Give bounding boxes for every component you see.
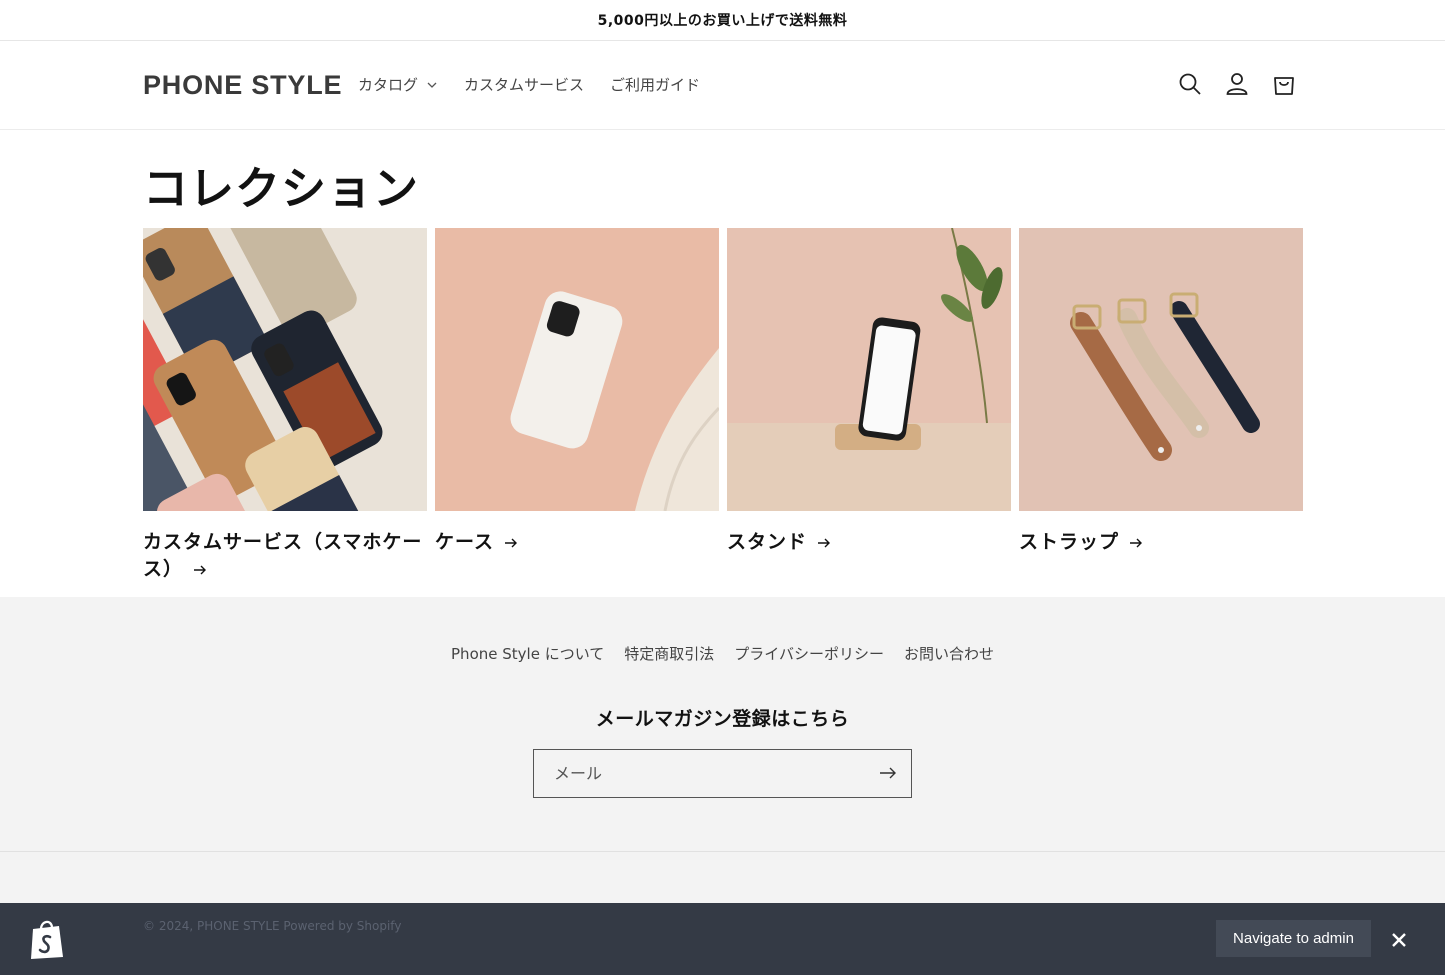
collection-card[interactable]: ストラップ xyxy=(1019,228,1303,556)
copyright-text: © 2024, PHONE STYLE Powered by Shopify xyxy=(143,919,402,933)
arrow-right-icon xyxy=(505,538,518,547)
nav-item-label: カタログ xyxy=(358,76,419,94)
footer-link-about[interactable]: Phone Style について xyxy=(451,643,604,664)
site-footer: Phone Style について 特定商取引法 プライバシーポリシー お問い合わ… xyxy=(0,597,1445,903)
collection-label[interactable]: ストラップ xyxy=(1019,529,1303,556)
search-icon[interactable] xyxy=(1177,71,1203,97)
collection-title: スタンド xyxy=(727,531,808,553)
navigate-to-admin-button[interactable]: Navigate to admin xyxy=(1216,920,1371,957)
collection-label[interactable]: ケース xyxy=(435,529,719,556)
newsletter-form xyxy=(533,749,912,798)
collection-label[interactable]: スタンド xyxy=(727,529,1011,556)
chevron-down-icon xyxy=(427,82,437,88)
phone-stand-image[interactable] xyxy=(727,228,1011,511)
newsletter-title: メールマガジン登録はこちら xyxy=(595,708,850,730)
footer-link-privacy[interactable]: プライバシーポリシー xyxy=(734,643,884,664)
nav-item-guide[interactable]: ご利用ガイド xyxy=(610,74,700,95)
page-title: コレクション xyxy=(143,162,420,215)
arrow-right-icon xyxy=(818,538,831,547)
collection-title: ストラップ xyxy=(1019,531,1120,553)
announcement-text: 5,000円以上のお買い上げで送料無料 xyxy=(597,13,848,29)
collection-label[interactable]: カスタムサービス（スマホケース） xyxy=(143,529,427,583)
close-icon[interactable] xyxy=(1391,932,1407,948)
arrow-right-icon[interactable] xyxy=(879,766,897,780)
account-icon[interactable] xyxy=(1224,71,1250,97)
collection-card[interactable]: カスタムサービス（スマホケース） xyxy=(143,228,427,583)
footer-links: Phone Style について 特定商取引法 プライバシーポリシー お問い合わ… xyxy=(0,643,1445,664)
leather-straps-image[interactable] xyxy=(1019,228,1303,511)
announcement-bar: 5,000円以上のお買い上げで送料無料 xyxy=(0,0,1445,41)
footer-divider xyxy=(0,851,1445,852)
arrow-right-icon xyxy=(1130,538,1143,547)
collection-title: カスタムサービス（スマホケース） xyxy=(143,531,423,580)
cart-icon[interactable] xyxy=(1271,71,1297,97)
admin-bar: © 2024, PHONE STYLE Powered by Shopify N… xyxy=(0,903,1445,975)
footer-link-legal[interactable]: 特定商取引法 xyxy=(624,643,714,664)
footer-link-contact[interactable]: お問い合わせ xyxy=(904,643,994,664)
phone-cases-collage-image[interactable] xyxy=(143,228,427,511)
main-nav: カタログ カスタムサービス ご利用ガイド xyxy=(358,74,726,95)
nav-item-catalog[interactable]: カタログ xyxy=(358,74,438,95)
collection-card[interactable]: ケース xyxy=(435,228,719,556)
collection-card[interactable]: スタンド xyxy=(727,228,1011,556)
shopify-bag-icon[interactable] xyxy=(28,917,66,961)
email-field[interactable] xyxy=(554,750,854,797)
collection-title: ケース xyxy=(435,531,495,553)
white-phone-case-image[interactable] xyxy=(435,228,719,511)
site-header: PHONE STYLE カタログ カスタムサービス ご利用ガイド xyxy=(0,41,1445,130)
nav-item-label: ご利用ガイド xyxy=(610,76,701,94)
arrow-right-icon xyxy=(194,565,207,574)
nav-item-custom-service[interactable]: カスタムサービス xyxy=(464,74,584,95)
store-logo[interactable]: PHONE STYLE xyxy=(143,70,342,101)
nav-item-label: カスタムサービス xyxy=(464,76,585,94)
